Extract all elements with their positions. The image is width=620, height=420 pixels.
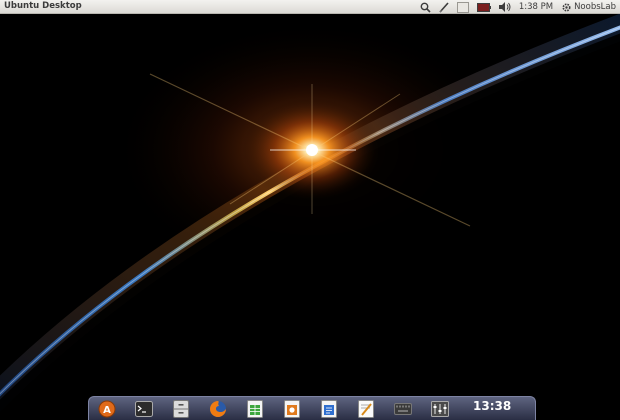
- dock-item-presentation[interactable]: [282, 400, 302, 418]
- volume-icon[interactable]: [498, 0, 511, 14]
- session-indicator[interactable]: NoobsLab: [561, 0, 616, 14]
- search-icon[interactable]: [420, 0, 431, 14]
- wallpaper: [0, 14, 620, 420]
- dock-item-file-cabinet[interactable]: [171, 400, 191, 418]
- text-editor-icon: [358, 400, 374, 418]
- battery-icon[interactable]: [476, 0, 491, 14]
- user-name-label: NoobsLab: [574, 2, 616, 12]
- dock-item-mixer[interactable]: [430, 400, 450, 418]
- indicator-area: 1:38 PM NoobsLab: [420, 0, 616, 14]
- top-panel: Ubuntu Desktop 1:38 PM NoobsLab: [0, 0, 620, 14]
- software-center-icon: A: [98, 400, 116, 418]
- firefox-icon: [210, 401, 226, 417]
- document-icon: [321, 400, 337, 418]
- dock-item-text-editor[interactable]: [356, 400, 376, 418]
- dock-item-firefox[interactable]: [208, 400, 228, 418]
- presentation-icon: [284, 400, 300, 418]
- dock-item-keyboard[interactable]: [393, 400, 413, 418]
- window-icon[interactable]: [456, 0, 469, 14]
- keyboard-icon: [394, 403, 412, 415]
- dock-item-document[interactable]: [319, 400, 339, 418]
- svg-text:A: A: [103, 405, 111, 416]
- gear-icon: [562, 2, 571, 12]
- pen-icon[interactable]: [439, 0, 449, 14]
- dock-item-software-center[interactable]: A: [97, 400, 117, 418]
- file-cabinet-icon: [173, 400, 189, 418]
- terminal-icon: [135, 401, 153, 417]
- clock-label: 1:38 PM: [518, 2, 554, 12]
- dock-item-terminal[interactable]: [134, 400, 154, 418]
- dock-item-spreadsheet[interactable]: [245, 400, 265, 418]
- dock-clock-label: 13:38: [473, 399, 512, 413]
- mixer-icon: [431, 401, 449, 417]
- dock: A 13:38: [88, 396, 536, 420]
- desktop-title: Ubuntu Desktop: [4, 1, 82, 11]
- clock-indicator[interactable]: 1:38 PM: [519, 0, 553, 14]
- spreadsheet-icon: [247, 400, 263, 418]
